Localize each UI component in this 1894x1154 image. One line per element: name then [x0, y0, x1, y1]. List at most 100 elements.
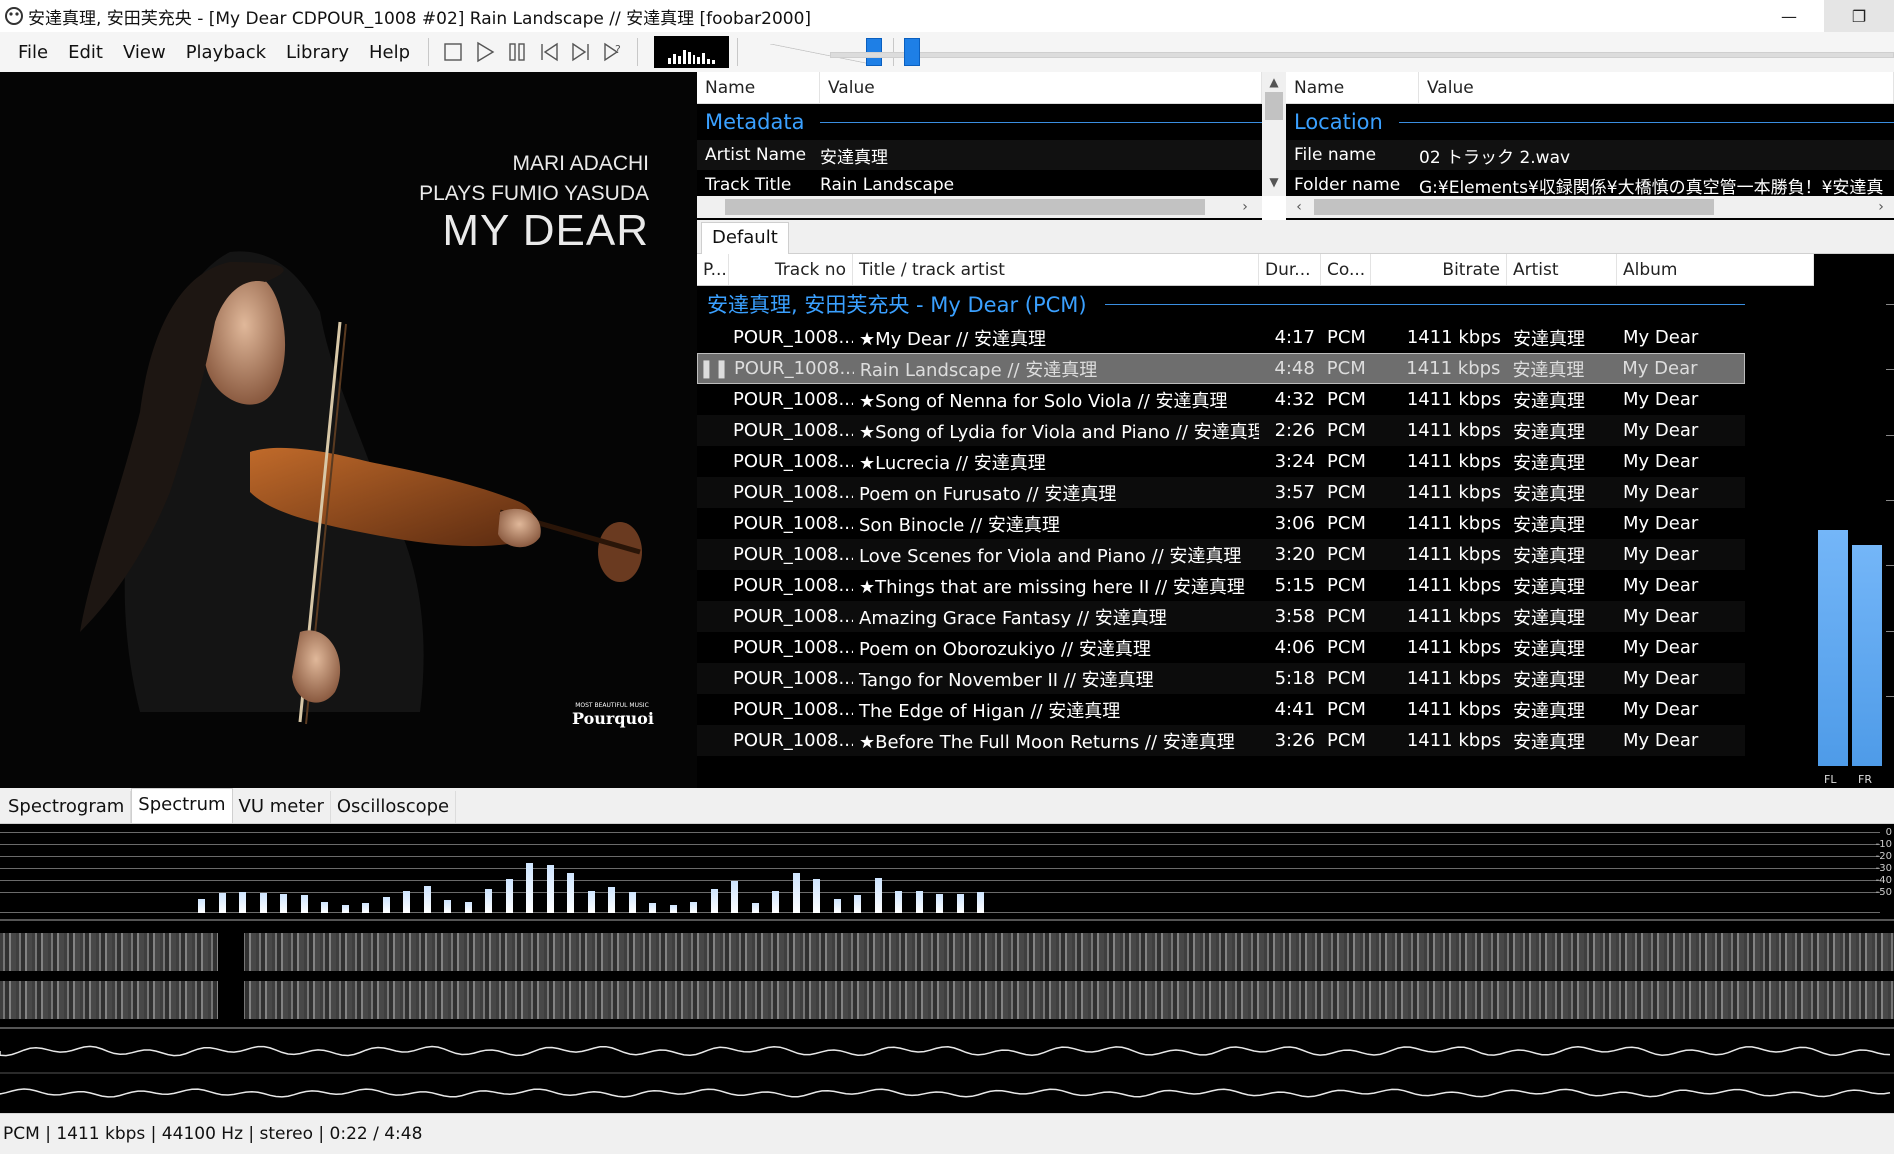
spectrum-bar	[813, 879, 820, 913]
minimize-button[interactable]: —	[1754, 0, 1824, 32]
seek-bar[interactable]	[830, 52, 1894, 58]
album-cell: My Dear	[1623, 730, 1699, 751]
scroll-down-icon[interactable]: ▼	[1262, 172, 1286, 192]
peak-channel-label: FL	[1824, 773, 1837, 786]
random-button[interactable]: ?	[599, 32, 627, 72]
artist-cell: 安達真理	[1513, 731, 1585, 753]
playlist-group-header[interactable]: 安達真理, 安田芙充央 - My Dear (PCM)	[697, 286, 1745, 322]
spectrum-bar	[588, 891, 595, 913]
label-name: Pourquoi	[572, 709, 654, 728]
codec-cell: PCM	[1327, 389, 1366, 410]
spectrum-bar	[854, 895, 861, 913]
peak-scale-tick	[1886, 435, 1894, 436]
tab-spectrogram[interactable]: Spectrogram	[2, 791, 132, 823]
tab-default-playlist[interactable]: Default	[701, 222, 789, 254]
column-track-no[interactable]: Track no	[729, 254, 853, 285]
album-art-panel: MARI ADACHI PLAYS FUMIO YASUDA MY DEAR M…	[0, 72, 697, 788]
menu-view[interactable]: View	[113, 32, 176, 72]
album-cell: My Dear	[1623, 544, 1699, 565]
tab-spectrum[interactable]: Spectrum	[131, 788, 233, 823]
play-button[interactable]	[471, 32, 499, 72]
column-value[interactable]: Value	[820, 72, 1262, 103]
column-artist[interactable]: Artist	[1507, 254, 1617, 285]
properties-header: Name Value	[697, 72, 1262, 104]
playlist-row-now-playing[interactable]: ❚❚ POUR_1008.... Rain Landscape // 安達真理 4:4…	[697, 353, 1745, 384]
album-cell: My Dear	[1623, 637, 1699, 658]
column-playing[interactable]: P...	[697, 254, 729, 285]
title-bar: 安達真理, 安田芙充央 - [My Dear CDPOUR_1008 #02] …	[0, 0, 1894, 32]
playlist-row[interactable]: POUR_1008.... ★Before The Full Moon Retur…	[697, 725, 1745, 756]
album-cell: My Dear	[1623, 451, 1699, 472]
duration-cell: 5:15	[1274, 575, 1315, 596]
menu-library[interactable]: Library	[276, 32, 359, 72]
tab-oscilloscope[interactable]: Oscilloscope	[331, 791, 457, 823]
scroll-thumb[interactable]	[1314, 199, 1714, 215]
scroll-thumb[interactable]	[1265, 92, 1283, 120]
column-duration[interactable]: Dur...	[1259, 254, 1321, 285]
playlist-row[interactable]: POUR_1008.... ★Lucrecia // 安達真理 3:24 PCM 141…	[697, 446, 1745, 477]
properties-vertical-scrollbar[interactable]: ▲ ▼	[1262, 72, 1286, 196]
artist-cell: 安達真理	[1513, 545, 1585, 567]
spectrum-bar	[772, 891, 779, 913]
column-name[interactable]: Name	[697, 72, 820, 103]
scroll-right-icon[interactable]: ›	[1234, 196, 1256, 218]
toolbar-visualization[interactable]	[654, 36, 730, 68]
spectrum-bar	[731, 881, 738, 913]
properties-horizontal-scrollbar[interactable]: ›	[697, 196, 1262, 218]
column-codec[interactable]: Co...	[1321, 254, 1371, 285]
album-cell: My Dear	[1623, 389, 1699, 410]
peak-scale-tick	[1886, 500, 1894, 501]
next-button[interactable]	[567, 32, 595, 72]
playlist-row[interactable]: POUR_1008.... ★My Dear // 安達真理 4:17 PCM 1411…	[697, 322, 1745, 353]
playlist-row[interactable]: POUR_1008.... ★Song of Lydia for Viola an…	[697, 415, 1745, 446]
column-title[interactable]: Title / track artist	[853, 254, 1259, 285]
peak-scale-tick	[1886, 369, 1894, 370]
menu-file[interactable]: File	[0, 32, 58, 72]
spectrum-bar	[362, 903, 369, 913]
stop-button[interactable]	[439, 32, 467, 72]
bitrate-cell: 1411 kbps	[1406, 637, 1501, 658]
column-name[interactable]: Name	[1286, 72, 1419, 103]
duration-cell: 4:06	[1274, 637, 1315, 658]
track-no-cell: POUR_1008....	[733, 513, 853, 534]
artist-cell: 安達真理	[1513, 607, 1585, 629]
tab-vu-meter[interactable]: VU meter	[233, 791, 331, 823]
playlist-row[interactable]: POUR_1008.... Love Scenes for Viola and P…	[697, 539, 1745, 570]
spectrum-bar	[649, 903, 656, 913]
playlist-row[interactable]: POUR_1008.... Poem on Oborozukiyo // 安達真理…	[697, 632, 1745, 663]
playlist-row[interactable]: POUR_1008.... The Edge of Higan // 安達真理 4:…	[697, 694, 1745, 725]
foobar-icon[interactable]	[0, 2, 28, 30]
codec-cell: PCM	[1327, 668, 1366, 689]
scroll-right-icon[interactable]: ›	[1870, 196, 1892, 218]
scroll-thumb[interactable]	[725, 199, 1205, 215]
track-no-cell: POUR_1008....	[733, 420, 853, 441]
scroll-left-icon[interactable]: ‹	[1288, 196, 1310, 218]
pause-button[interactable]	[503, 32, 531, 72]
playlist-row[interactable]: POUR_1008.... Tango for November II // 安達…	[697, 663, 1745, 694]
menu-playback[interactable]: Playback	[176, 32, 276, 72]
spectrum-bar	[895, 891, 902, 913]
scroll-up-icon[interactable]: ▲	[1262, 72, 1286, 92]
album-cell: My Dear	[1623, 668, 1699, 689]
menu-edit[interactable]: Edit	[58, 32, 113, 72]
codec-cell: PCM	[1327, 730, 1366, 751]
property-row[interactable]: Artist Name 安達真理	[697, 140, 1262, 170]
playlist-row[interactable]: POUR_1008.... Son Binocle // 安達真理 3:06 PCM 1…	[697, 508, 1745, 539]
column-value[interactable]: Value	[1419, 72, 1894, 103]
spectrum-bar	[424, 886, 431, 913]
playlist-row[interactable]: POUR_1008.... ★Song of Nenna for Solo Vio…	[697, 384, 1745, 415]
artist-cell: 安達真理	[1513, 576, 1585, 598]
playlist-view[interactable]: P... Track no Title / track artist Dur..…	[697, 254, 1814, 788]
restore-button[interactable]: ❐	[1824, 0, 1894, 32]
column-album[interactable]: Album	[1617, 254, 1814, 285]
seek-thumb[interactable]	[904, 38, 920, 66]
menu-help[interactable]: Help	[359, 32, 420, 72]
playlist-row[interactable]: POUR_1008.... ★Things that are missing he…	[697, 570, 1745, 601]
playlist-row[interactable]: POUR_1008.... Poem on Furusato // 安達真理 3:5…	[697, 477, 1745, 508]
previous-button[interactable]	[535, 32, 563, 72]
codec-cell: PCM	[1327, 544, 1366, 565]
playlist-row[interactable]: POUR_1008.... Amazing Grace Fantasy // 安達…	[697, 601, 1745, 632]
property-row[interactable]: File name 02 トラック 2.wav	[1286, 140, 1894, 170]
column-bitrate[interactable]: Bitrate	[1371, 254, 1507, 285]
properties-horizontal-scrollbar[interactable]: ‹ ›	[1286, 196, 1894, 218]
